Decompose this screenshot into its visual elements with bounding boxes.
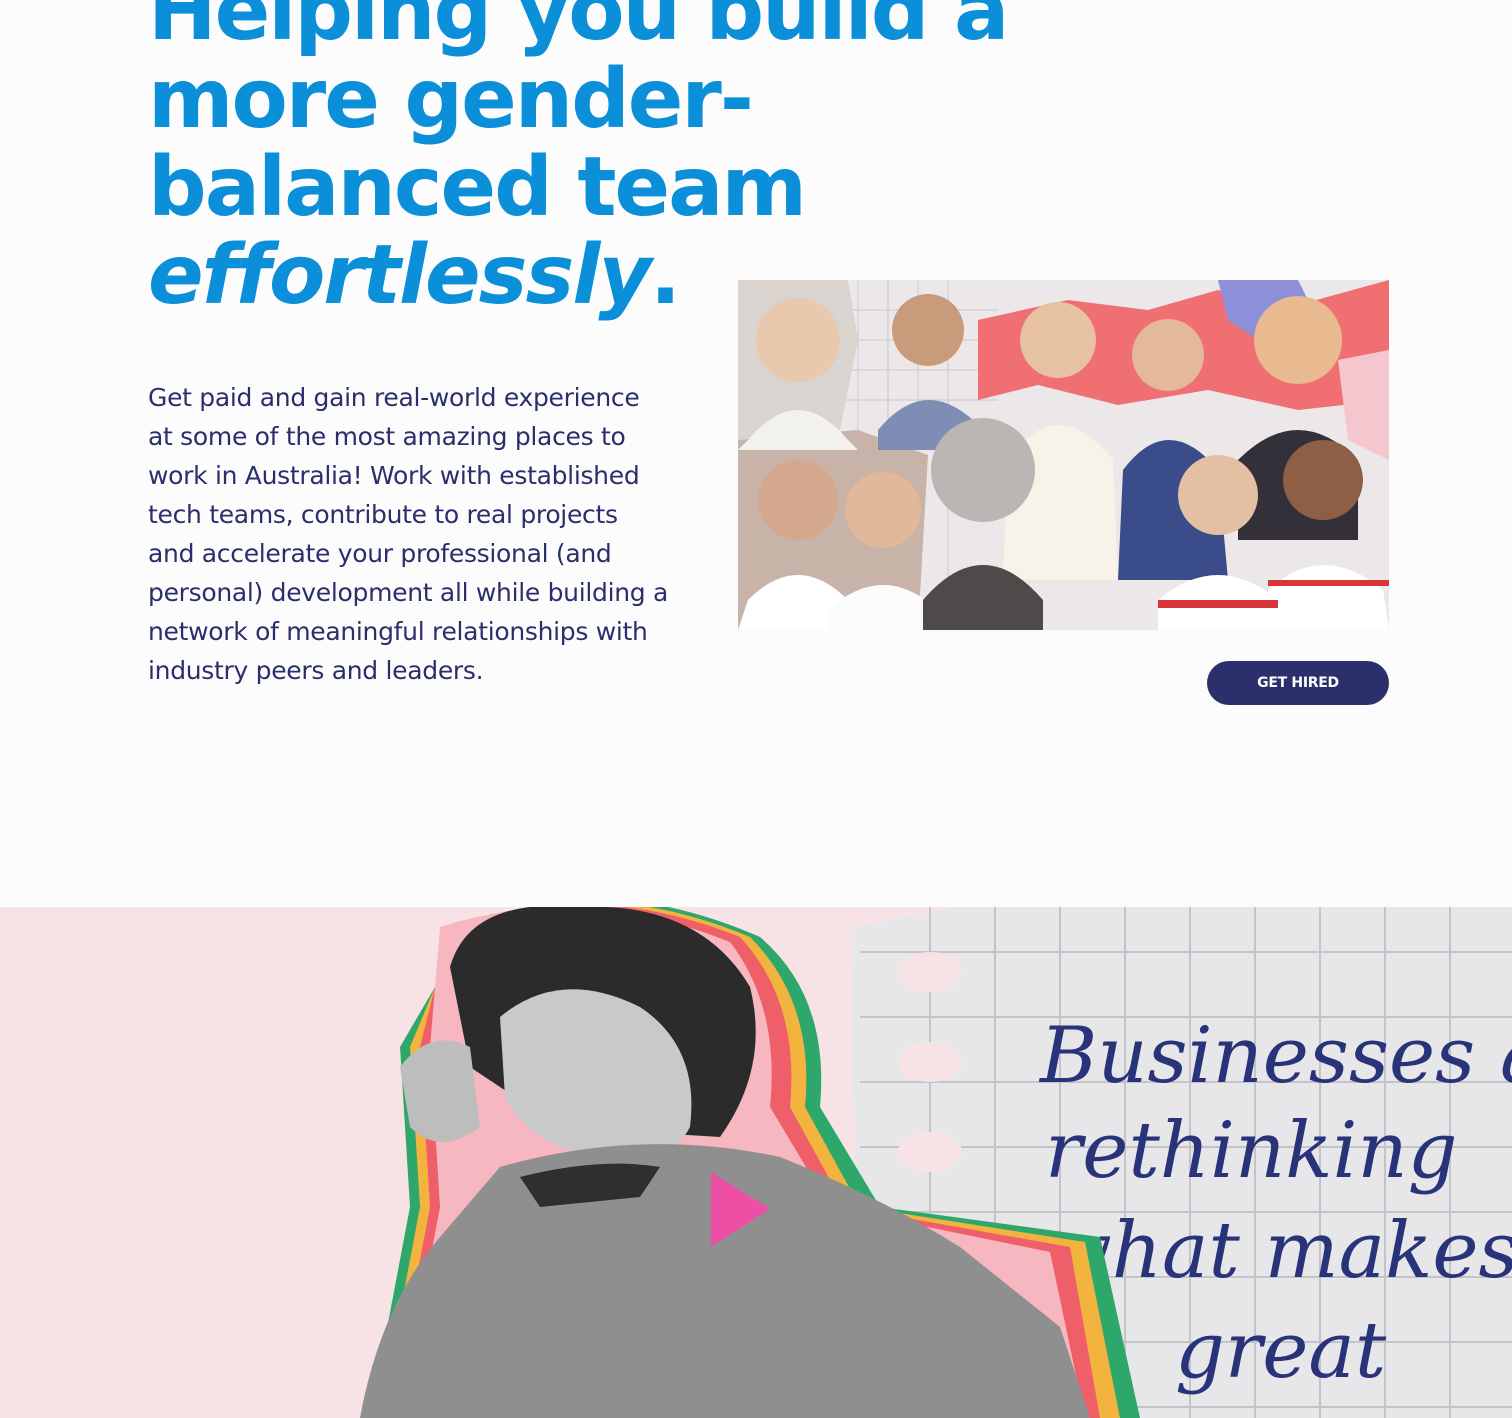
get-hired-button[interactable]: GET HIRED — [1207, 661, 1389, 705]
hero-heading: Helping you build a more gender- balance… — [148, 0, 1009, 323]
note-line-2: rethinking — [1045, 1106, 1458, 1196]
note-line-4: great — [1175, 1306, 1387, 1396]
collage-illustration — [738, 280, 1389, 630]
note-line-3: what makes — [1045, 1206, 1512, 1296]
hero-heading-period: . — [649, 228, 681, 323]
hero-heading-line-2: more gender- — [148, 52, 754, 147]
video-panel[interactable]: Businesses are rethinking what makes gre… — [0, 907, 1512, 1418]
note-line-1: Businesses are — [1038, 1011, 1512, 1101]
intro-paragraph: Get paid and gain real-world experience … — [148, 383, 668, 685]
hero-heading-line-3: balanced team — [148, 140, 807, 235]
hero-heading-emphasis: effortlessly — [148, 228, 652, 323]
team-photo-collage — [738, 280, 1389, 630]
video-thumbnail: Businesses are rethinking what makes gre… — [0, 907, 1512, 1418]
hero-heading-line-1: Helping you build a — [148, 0, 1009, 59]
